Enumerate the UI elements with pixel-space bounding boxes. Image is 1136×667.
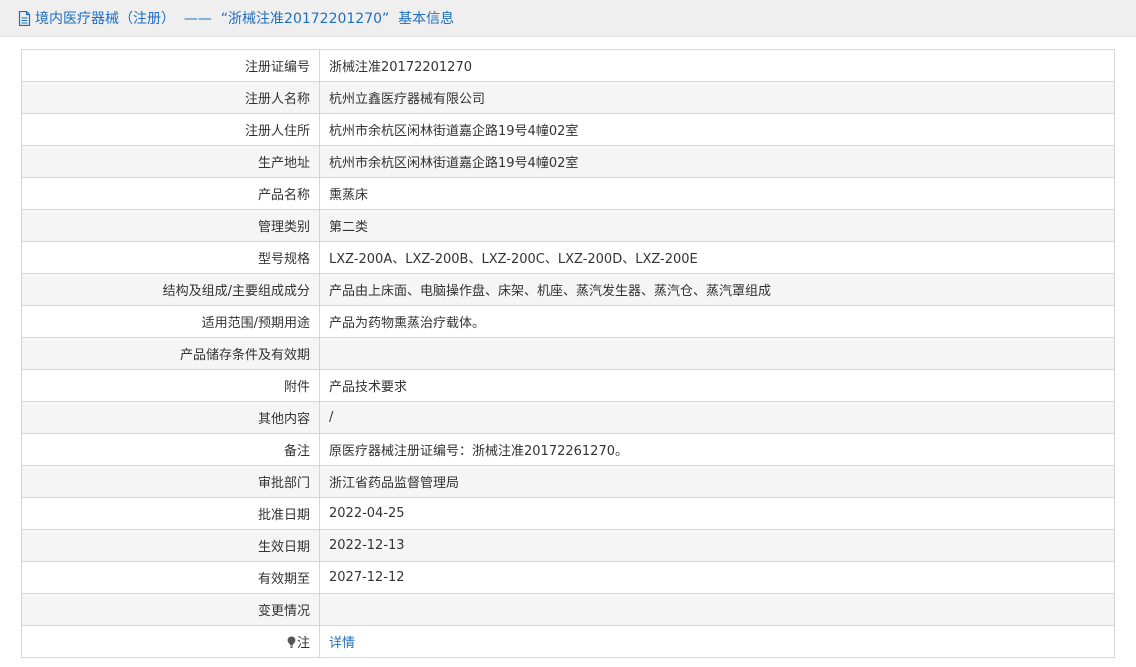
- row-value: 产品为药物熏蒸治疗载体。: [319, 305, 1115, 338]
- table-row: 生产地址 杭州市余杭区闲林街道嘉企路19号4幢02室: [21, 145, 1115, 178]
- table-row: 附件 产品技术要求: [21, 369, 1115, 402]
- row-label: 结构及组成/主要组成成分: [21, 273, 320, 306]
- table-row: 生效日期 2022-12-13: [21, 529, 1115, 562]
- row-value: 杭州立鑫医疗器械有限公司: [319, 81, 1115, 114]
- row-label: 审批部门: [21, 465, 320, 498]
- table-row: 注册人住所 杭州市余杭区闲林街道嘉企路19号4幢02室: [21, 113, 1115, 146]
- row-value: 2022-12-13: [319, 529, 1115, 562]
- row-label: 产品储存条件及有效期: [21, 337, 320, 370]
- row-label: 附件: [21, 369, 320, 402]
- table-row: 型号规格 LXZ-200A、LXZ-200B、LXZ-200C、LXZ-200D、…: [21, 241, 1115, 274]
- row-value: 产品技术要求: [319, 369, 1115, 402]
- page: 境内医疗器械（注册） —— “浙械注准20172201270” 基本信息 注册证…: [0, 0, 1136, 667]
- row-label: 型号规格: [21, 241, 320, 274]
- row-value: 详情: [319, 625, 1115, 658]
- row-value: 2027-12-12: [319, 561, 1115, 594]
- page-header: 境内医疗器械（注册） —— “浙械注准20172201270” 基本信息: [0, 0, 1136, 37]
- row-label: 注册人住所: [21, 113, 320, 146]
- table-row: 审批部门 浙江省药品监督管理局: [21, 465, 1115, 498]
- row-label: 变更情况: [21, 593, 320, 626]
- table-row: 产品名称 熏蒸床: [21, 177, 1115, 210]
- row-value: 第二类: [319, 209, 1115, 242]
- info-table: 注册证编号 浙械注准20172201270 注册人名称 杭州立鑫医疗器械有限公司 注册人…: [21, 49, 1115, 658]
- info-panel: 注册证编号 浙械注准20172201270 注册人名称 杭州立鑫医疗器械有限公司 注册人…: [0, 37, 1136, 658]
- row-value: 熏蒸床: [319, 177, 1115, 210]
- table-row: 注册证编号 浙械注准20172201270: [21, 49, 1115, 82]
- table-row: 有效期至 2027-12-12: [21, 561, 1115, 594]
- table-row: 变更情况: [21, 593, 1115, 626]
- row-value: 原医疗器械注册证编号：浙械注准20172261270。: [319, 433, 1115, 466]
- table-row: 注册人名称 杭州立鑫医疗器械有限公司: [21, 81, 1115, 114]
- table-row: 管理类别 第二类: [21, 209, 1115, 242]
- row-label: 其他内容: [21, 401, 320, 434]
- table-row: 备注 原医疗器械注册证编号：浙械注准20172261270。: [21, 433, 1115, 466]
- row-label: 管理类别: [21, 209, 320, 242]
- row-label: 注册人名称: [21, 81, 320, 114]
- details-link[interactable]: 详情: [329, 636, 355, 651]
- row-label: 备注: [21, 433, 320, 466]
- table-row: 适用范围/预期用途 产品为药物熏蒸治疗载体。: [21, 305, 1115, 338]
- table-row-note: 注 详情: [21, 625, 1115, 658]
- row-label: 批准日期: [21, 497, 320, 530]
- row-value: /: [319, 401, 1115, 434]
- table-row: 其他内容 /: [21, 401, 1115, 434]
- row-value: 产品由上床面、电脑操作盘、床架、机座、蒸汽发生器、蒸汽仓、蒸汽罩组成: [319, 273, 1115, 306]
- row-value: [319, 593, 1115, 626]
- note-label: 注: [296, 635, 310, 651]
- row-value: 浙江省药品监督管理局: [319, 465, 1115, 498]
- row-value: 2022-04-25: [319, 497, 1115, 530]
- row-value: 杭州市余杭区闲林街道嘉企路19号4幢02室: [319, 113, 1115, 146]
- table-row: 产品储存条件及有效期: [21, 337, 1115, 370]
- row-value: [319, 337, 1115, 370]
- row-value: 浙械注准20172201270: [319, 49, 1115, 82]
- row-label: 生产地址: [21, 145, 320, 178]
- row-value: LXZ-200A、LXZ-200B、LXZ-200C、LXZ-200D、LXZ-…: [319, 241, 1115, 274]
- table-row: 批准日期 2022-04-25: [21, 497, 1115, 530]
- table-row: 结构及组成/主要组成成分 产品由上床面、电脑操作盘、床架、机座、蒸汽发生器、蒸汽仓…: [21, 273, 1115, 306]
- row-label: 适用范围/预期用途: [21, 305, 320, 338]
- row-label: 生效日期: [21, 529, 320, 562]
- lightbulb-icon: [287, 636, 296, 652]
- document-icon: [18, 10, 32, 26]
- row-label: 产品名称: [21, 177, 320, 210]
- row-label: 注册证编号: [21, 49, 320, 82]
- row-label: 有效期至: [21, 561, 320, 594]
- page-title: 境内医疗器械（注册） —— “浙械注准20172201270” 基本信息: [35, 11, 455, 27]
- row-label: 注: [21, 625, 320, 658]
- row-value: 杭州市余杭区闲林街道嘉企路19号4幢02室: [319, 145, 1115, 178]
